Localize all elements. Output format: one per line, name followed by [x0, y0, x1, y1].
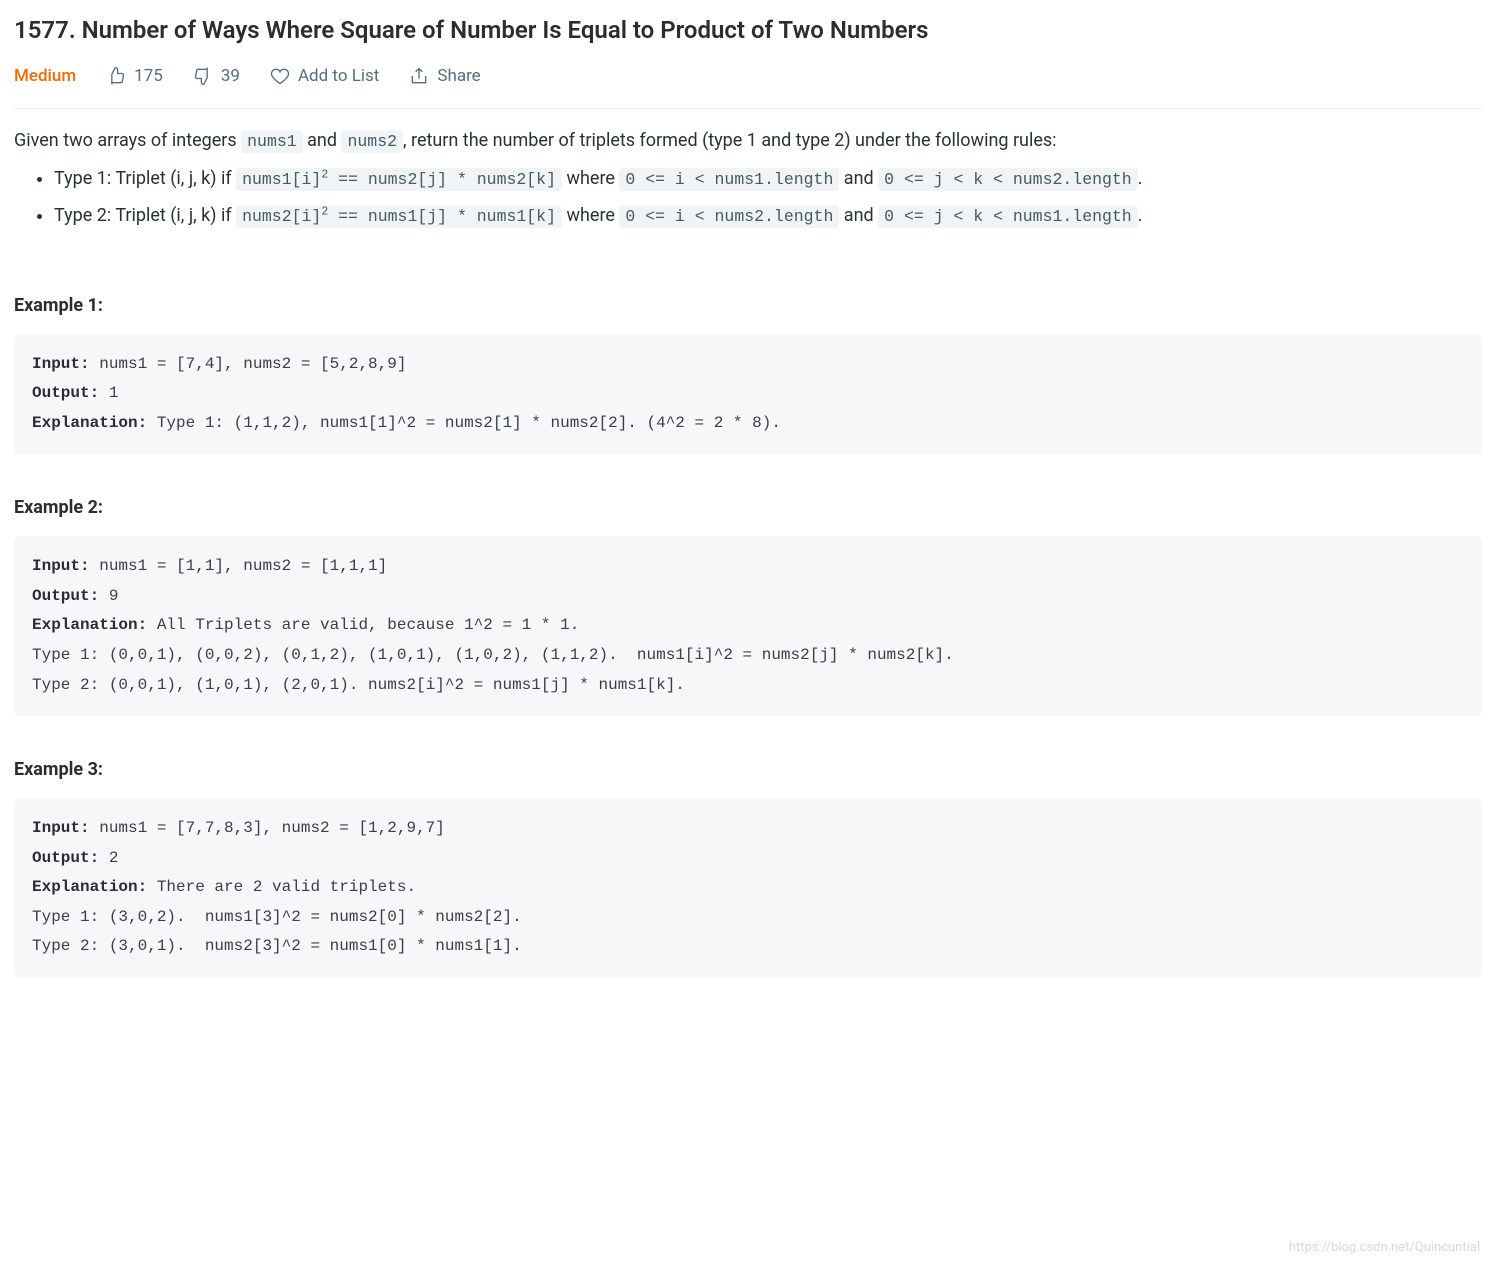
difficulty-badge: Medium: [14, 63, 76, 89]
output-label: Output:: [32, 384, 99, 402]
like-count: 175: [134, 63, 163, 89]
output-label: Output:: [32, 587, 99, 605]
code-part: == nums1[j] * nums1[k]: [328, 207, 556, 226]
input-label: Input:: [32, 557, 90, 575]
problem-description: Given two arrays of integers nums1 and n…: [14, 127, 1482, 232]
rule-text: and: [839, 168, 878, 189]
input-label: Input:: [32, 819, 90, 837]
code-nums2: nums2: [341, 130, 403, 153]
output-value: 2: [99, 849, 118, 867]
code-cond: 0 <= i < nums2.length: [619, 205, 839, 228]
rule-type1: Type 1: Triplet (i, j, k) if nums1[i]2 =…: [54, 164, 1482, 195]
rule-text: Type 2: Triplet (i, j, k) if: [54, 205, 236, 226]
problem-title: 1577. Number of Ways Where Square of Num…: [14, 12, 1482, 49]
explanation-label: Explanation:: [32, 616, 147, 634]
dislike-count: 39: [221, 63, 240, 89]
like-button[interactable]: 175: [106, 63, 163, 89]
code-cond: 0 <= j < k < nums2.length: [878, 168, 1138, 191]
code-part: nums2[i]: [242, 207, 321, 226]
rule-text: Type 1: Triplet (i, j, k) if: [54, 168, 236, 189]
explanation-value: There are 2 valid triplets.: [147, 878, 416, 896]
share-button[interactable]: Share: [409, 63, 480, 89]
share-label: Share: [437, 63, 480, 89]
rule-text: where: [562, 168, 619, 189]
share-icon: [409, 66, 429, 86]
example-2-heading: Example 2:: [14, 494, 1482, 522]
code-expr: nums2[i]2 == nums1[j] * nums1[k]: [236, 205, 562, 228]
explanation-value: Type 1: (3,0,2). nums1[3]^2 = nums2[0] *…: [32, 908, 522, 926]
example-2-block: Input: nums1 = [1,1], nums2 = [1,1,1] Ou…: [14, 536, 1482, 716]
example-1-heading: Example 1:: [14, 292, 1482, 320]
dislike-button[interactable]: 39: [193, 63, 240, 89]
example-3-block: Input: nums1 = [7,7,8,3], nums2 = [1,2,9…: [14, 798, 1482, 978]
explanation-value: All Triplets are valid, because 1^2 = 1 …: [147, 616, 579, 634]
intro-text: , return the number of triplets formed (…: [403, 130, 1057, 151]
code-cond: 0 <= i < nums1.length: [619, 168, 839, 191]
explanation-value: Type 2: (3,0,1). nums2[3]^2 = nums1[0] *…: [32, 937, 522, 955]
input-value: nums1 = [7,7,8,3], nums2 = [1,2,9,7]: [90, 819, 445, 837]
rule-text: where: [562, 205, 619, 226]
output-label: Output:: [32, 849, 99, 867]
watermark: https://blog.csdn.net/Quincuntial: [1289, 1238, 1480, 1258]
rule-text: .: [1138, 168, 1143, 189]
intro-text: Given two arrays of integers: [14, 130, 241, 151]
add-to-list-label: Add to List: [298, 63, 379, 89]
explanation-label: Explanation:: [32, 414, 147, 432]
code-part: == nums2[j] * nums2[k]: [328, 170, 556, 189]
explanation-label: Explanation:: [32, 878, 147, 896]
thumbs-up-icon: [106, 66, 126, 86]
explanation-value: Type 1: (0,0,1), (0,0,2), (0,1,2), (1,0,…: [32, 646, 954, 664]
code-cond: 0 <= j < k < nums1.length: [878, 205, 1138, 228]
rule-text: .: [1138, 205, 1143, 226]
input-value: nums1 = [1,1], nums2 = [1,1,1]: [90, 557, 388, 575]
intro-text: and: [303, 130, 342, 151]
explanation-value: Type 2: (0,0,1), (1,0,1), (2,0,1). nums2…: [32, 676, 685, 694]
output-value: 1: [99, 384, 118, 402]
rule-text: and: [839, 205, 878, 226]
heart-icon: [270, 66, 290, 86]
input-value: nums1 = [7,4], nums2 = [5,2,8,9]: [90, 355, 407, 373]
explanation-value: Type 1: (1,1,2), nums1[1]^2 = nums2[1] *…: [147, 414, 781, 432]
example-1-block: Input: nums1 = [7,4], nums2 = [5,2,8,9] …: [14, 334, 1482, 455]
add-to-list-button[interactable]: Add to List: [270, 63, 379, 89]
code-nums1: nums1: [241, 130, 303, 153]
output-value: 9: [99, 587, 118, 605]
code-expr: nums1[i]2 == nums2[j] * nums2[k]: [236, 168, 562, 191]
intro-paragraph: Given two arrays of integers nums1 and n…: [14, 127, 1482, 155]
rule-type2: Type 2: Triplet (i, j, k) if nums2[i]2 =…: [54, 201, 1482, 232]
meta-row: Medium 175 39 Add to List Share: [14, 63, 1482, 108]
thumbs-down-icon: [193, 66, 213, 86]
input-label: Input:: [32, 355, 90, 373]
example-3-heading: Example 3:: [14, 756, 1482, 784]
rules-list: Type 1: Triplet (i, j, k) if nums1[i]2 =…: [14, 164, 1482, 231]
code-part: nums1[i]: [242, 170, 321, 189]
